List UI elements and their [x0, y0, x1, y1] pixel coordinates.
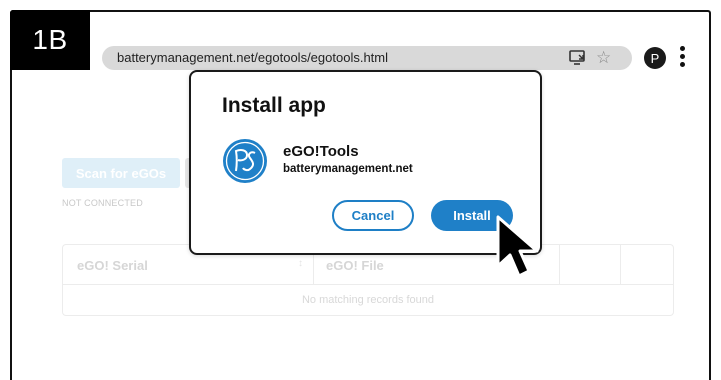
mouse-cursor-icon [496, 215, 539, 278]
install-app-icon[interactable] [569, 50, 587, 66]
app-logo-icon [223, 139, 267, 183]
step-label: 1B [10, 10, 90, 70]
star-icon[interactable]: ☆ [596, 47, 611, 69]
url-text: batterymanagement.net/egotools/egotools.… [117, 50, 389, 65]
column-header-file[interactable]: eGO! File [326, 258, 384, 273]
connection-status: NOT CONNECTED [62, 198, 143, 208]
install-app-dialog: Install app eGO!Tools batterymanagement.… [189, 70, 542, 255]
app-domain: batterymanagement.net [283, 163, 413, 175]
avatar-initial: P [650, 50, 660, 66]
cancel-button[interactable]: Cancel [332, 200, 414, 231]
scan-button[interactable]: Scan for eGOs [62, 158, 180, 188]
dialog-title: Install app [222, 94, 326, 117]
column-divider [620, 245, 621, 285]
app-name: eGO!Tools [283, 143, 359, 160]
empty-table-message: No matching records found [301, 294, 435, 306]
address-bar[interactable]: batterymanagement.net/egotools/egotools.… [102, 46, 632, 70]
column-header-serial[interactable]: eGO! Serial [77, 258, 148, 273]
avatar[interactable]: P [644, 47, 666, 69]
sort-icon[interactable]: ↕ [298, 258, 303, 269]
column-divider [559, 245, 560, 285]
menu-icon[interactable] [680, 46, 686, 68]
